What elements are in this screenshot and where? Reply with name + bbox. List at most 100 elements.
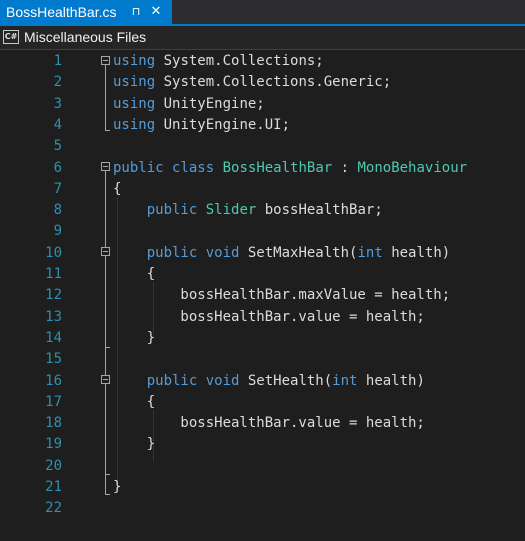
code-token: bossHealthBar.value = health; <box>113 415 425 432</box>
code-token: BossHealthBar <box>222 159 333 176</box>
code-text: using System.Collections.Generic; <box>113 72 391 93</box>
code-token: } <box>113 479 122 495</box>
code-token: SetHealth( <box>239 372 333 389</box>
code-line: 17 { <box>0 392 525 413</box>
code-text: } <box>113 328 155 349</box>
code-token: System.Collections; <box>155 53 324 69</box>
line-number: 21 <box>45 479 62 495</box>
code-text: bossHealthBar.maxValue = health; <box>113 285 450 306</box>
code-line: 22 <box>0 498 525 519</box>
code-token: bossHealthBar; <box>256 202 383 219</box>
code-token: : <box>332 159 358 176</box>
code-token: MonoBehaviour <box>357 159 468 176</box>
code-token: int <box>357 244 383 261</box>
code-line: 14 } <box>0 328 525 349</box>
tab-title: BossHealthBar.cs <box>6 4 117 20</box>
code-text: { <box>113 179 121 200</box>
line-number: 18 <box>45 415 62 432</box>
code-text: public void SetHealth(int health) <box>113 371 425 392</box>
line-number: 11 <box>45 266 62 282</box>
code-token: Slider <box>205 202 257 219</box>
line-number: 7 <box>53 180 62 197</box>
code-token: bossHealthBar.value = health; <box>113 308 425 325</box>
code-line: 18 bossHealthBar.value = health; <box>0 413 525 434</box>
line-number: 14 <box>45 329 62 346</box>
code-text: bossHealthBar.value = health; <box>113 413 425 434</box>
code-token: { <box>113 180 122 197</box>
code-line: 11 { <box>0 264 525 285</box>
code-token: } <box>113 436 156 453</box>
code-editor[interactable]: 1 using System.Collections; 2 using System.… <box>0 50 525 541</box>
code-text: } <box>113 477 121 498</box>
line-number: 12 <box>45 287 62 304</box>
line-number: 20 <box>45 457 62 474</box>
code-token: UnityEngine.UI; <box>155 116 291 133</box>
code-text: public class BossHealthBar : MonoBehavio… <box>113 158 467 179</box>
line-number: 9 <box>53 223 62 240</box>
code-token: using <box>113 74 156 91</box>
code-line: 20 <box>0 456 525 477</box>
code-line: 12 bossHealthBar.maxValue = health; <box>0 285 525 306</box>
code-token: bossHealthBar.maxValue = health; <box>113 287 451 304</box>
code-token: using <box>113 53 156 69</box>
code-text: { <box>113 264 155 285</box>
code-token: void <box>205 372 240 389</box>
line-number: 10 <box>45 244 62 261</box>
close-icon[interactable]: ✕ <box>148 3 164 19</box>
code-line: 21} <box>0 477 525 498</box>
line-number: 6 <box>53 159 62 176</box>
code-token: health) <box>382 244 451 261</box>
code-line: 7{ <box>0 179 525 200</box>
line-number: 16 <box>45 372 62 389</box>
code-token: public <box>146 202 198 219</box>
code-line: 8 public Slider bossHealthBar; <box>0 200 525 221</box>
code-token: void <box>205 244 240 261</box>
csharp-file-icon: C# <box>3 30 19 44</box>
line-number: 22 <box>45 500 62 517</box>
code-line: 19 } <box>0 434 525 455</box>
line-number: 19 <box>45 436 62 453</box>
code-line: 6 public class BossHealthBar : MonoBehavi… <box>0 158 525 179</box>
line-number: 1 <box>53 53 62 69</box>
code-token: int <box>332 372 358 389</box>
code-line: 16 public void SetHealth(int health) <box>0 371 525 392</box>
line-number: 8 <box>53 202 62 219</box>
code-line: 15 <box>0 349 525 370</box>
code-token: public <box>146 372 198 389</box>
project-dropdown[interactable]: Miscellaneous Files <box>24 29 146 45</box>
code-text: bossHealthBar.value = health; <box>113 307 425 328</box>
tab-bosshealthbar[interactable]: BossHealthBar.cs ⊓ ✕ <box>0 0 172 24</box>
pin-icon[interactable]: ⊓ <box>128 4 144 20</box>
tab-strip: BossHealthBar.cs ⊓ ✕ <box>0 0 525 24</box>
code-token: { <box>113 393 156 410</box>
code-token: using <box>113 95 156 112</box>
code-text: public Slider bossHealthBar; <box>113 200 383 221</box>
code-text: public void SetMaxHealth(int health) <box>113 243 450 264</box>
code-token: UnityEngine; <box>155 95 265 112</box>
line-number: 2 <box>53 74 62 91</box>
navigation-bar[interactable]: C# Miscellaneous Files <box>0 26 525 50</box>
code-line: 9 <box>0 221 525 242</box>
line-number: 15 <box>45 351 62 368</box>
code-text: } <box>113 434 155 455</box>
code-text: using UnityEngine; <box>113 94 265 115</box>
line-number: 13 <box>45 308 62 325</box>
code-token: SetMaxHealth( <box>239 244 358 261</box>
code-token: class <box>172 159 215 176</box>
code-text: using System.Collections; <box>113 51 324 72</box>
code-text: using UnityEngine.UI; <box>113 115 290 136</box>
code-line: 5 <box>0 136 525 157</box>
code-line: 3 using UnityEngine; <box>0 94 525 115</box>
line-number: 4 <box>53 116 62 133</box>
code-line: 4 using UnityEngine.UI; <box>0 115 525 136</box>
code-token: } <box>113 329 156 346</box>
line-number: 5 <box>53 138 62 155</box>
code-line: 10 public void SetMaxHealth(int health) <box>0 243 525 264</box>
code-line: 2 using System.Collections.Generic; <box>0 72 525 93</box>
code-token: System.Collections.Generic; <box>155 74 392 91</box>
